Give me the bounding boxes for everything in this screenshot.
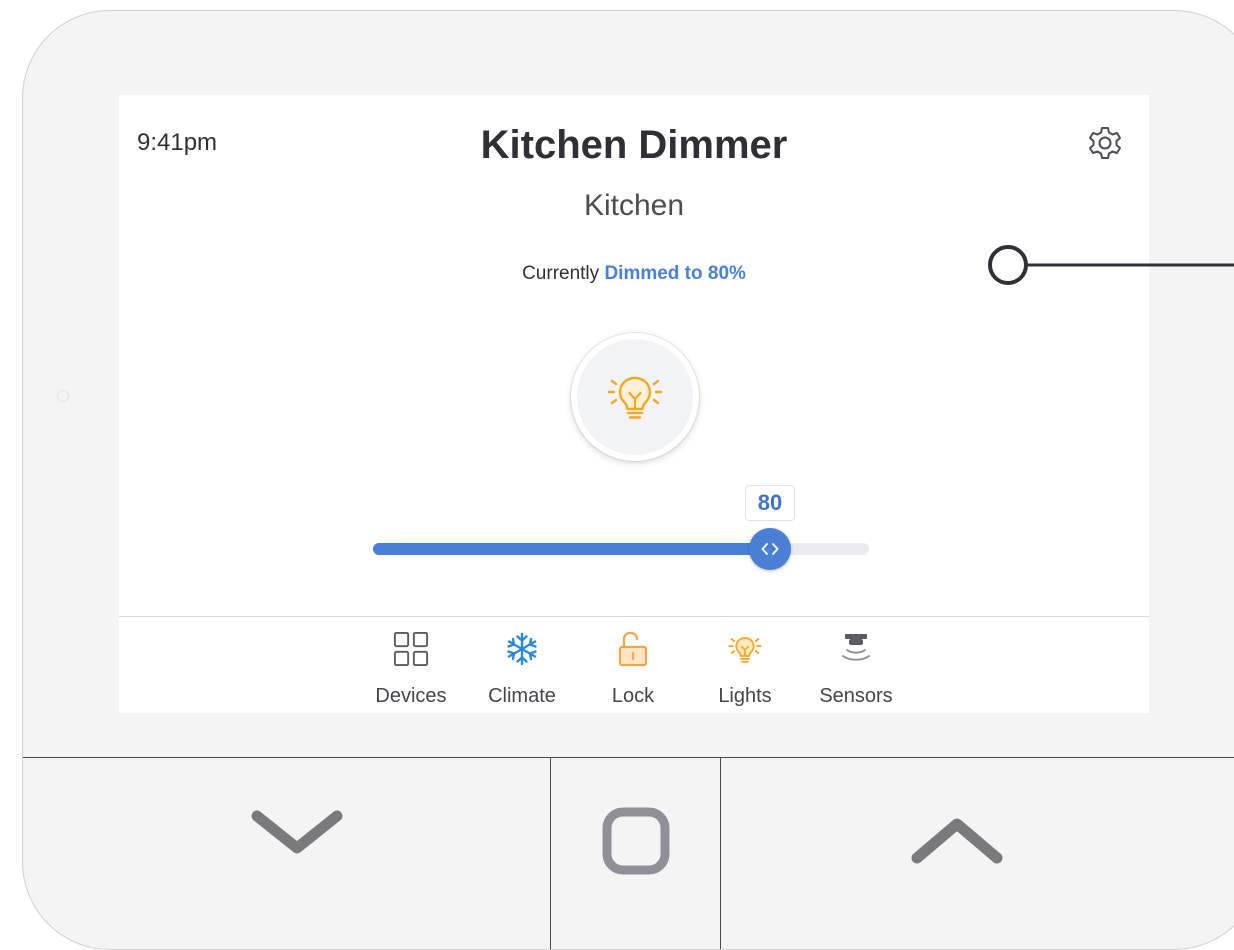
nav-item-label: Sensors: [819, 685, 893, 707]
settings-button[interactable]: [1085, 123, 1125, 163]
scroll-up-button[interactable]: [720, 758, 1234, 949]
snowflake-icon: [507, 632, 537, 666]
home-square-icon: [602, 807, 669, 875]
chevron-down-icon: [251, 810, 342, 854]
annotation-pointer: [988, 245, 1234, 285]
touch-screen: 9:41pm Kitchen Dimmer Kitchen Currently …: [119, 95, 1149, 713]
nav-item-climate[interactable]: Climate: [467, 617, 577, 713]
page-title: Kitchen Dimmer: [480, 123, 788, 167]
nav-item-label: Climate: [488, 685, 556, 707]
dimmer-value-label: 80: [745, 485, 795, 521]
nav-item-devices[interactable]: Devices: [356, 617, 466, 713]
lightbulb-icon: [607, 376, 663, 419]
dimmer-slider-fill: [373, 543, 770, 555]
lock-icon: [618, 631, 648, 667]
dimmer-slider-thumb[interactable]: [749, 528, 791, 570]
bottom-nav: Devices Climate Lock Lights Sensors: [119, 617, 1149, 713]
chevron-up-icon: [911, 818, 1002, 864]
hardware-button-row: [23, 757, 1234, 949]
status-value: Dimmed to 80%: [604, 263, 746, 284]
status-prefix: Currently: [522, 263, 600, 284]
dimmer-slider[interactable]: 80: [373, 485, 869, 570]
drag-arrows-icon: [761, 543, 779, 555]
home-button[interactable]: [550, 758, 721, 949]
room-name: Kitchen: [583, 189, 685, 222]
nav-item-label: Lights: [718, 685, 772, 707]
nav-item-sensors[interactable]: Sensors: [801, 617, 911, 713]
grid-icon: [393, 631, 429, 667]
scroll-down-button[interactable]: [23, 758, 550, 949]
nav-item-lock[interactable]: Lock: [578, 617, 688, 713]
nav-item-label: Lock: [611, 685, 655, 707]
light-toggle-button[interactable]: [571, 333, 699, 461]
control-panel-device: 9:41pm Kitchen Dimmer Kitchen Currently …: [22, 10, 1234, 950]
gear-icon: [1089, 127, 1121, 159]
nav-item-label: Devices: [375, 685, 447, 707]
status-led: [57, 390, 69, 402]
sensor-icon: [842, 634, 870, 661]
nav-item-lights[interactable]: Lights: [690, 617, 800, 713]
lightbulb-icon: [728, 637, 762, 663]
